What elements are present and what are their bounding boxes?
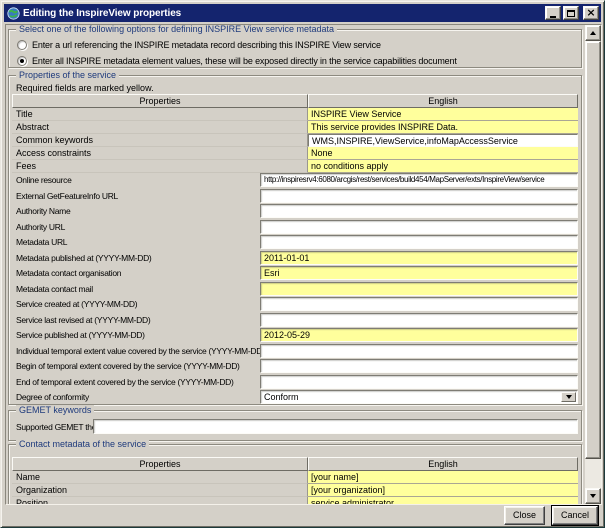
table-row-name: Name[your name] — [12, 471, 578, 484]
radio-option-metadata-values[interactable]: Enter all INSPIRE metadata element value… — [17, 55, 457, 67]
external-getfeatureinfo-url-input[interactable] — [260, 189, 578, 203]
form-row-metadata-url: Metadata URL — [9, 235, 581, 250]
form-label: Individual temporal extent value covered… — [16, 346, 265, 356]
form-row-authority-url: Authority URL — [9, 220, 581, 235]
form-label: Service last revised at (YYYY-MM-DD) — [16, 315, 150, 325]
scroll-down-arrow-icon — [590, 494, 596, 498]
close-window-button[interactable]: × — [583, 6, 599, 20]
begin-of-temporal-extent-covered-by-the-service-yyyy-mm-dd-input[interactable] — [260, 359, 578, 373]
service-last-revised-at-yyyy-mm-dd-input[interactable] — [260, 313, 578, 327]
form-row-metadata-contact-organisation: Metadata contact organisation Esri — [9, 266, 581, 281]
scroll-up-button[interactable] — [585, 25, 601, 41]
form-row-metadata-published-at-yyyy-mm-dd: Metadata published at (YYYY-MM-DD) 2011-0… — [9, 251, 581, 266]
online-resource-input[interactable]: http://inspiresrv4:6080/arcgis/rest/serv… — [260, 173, 578, 187]
authority-name-input[interactable] — [260, 204, 578, 218]
table-row-organization: Organization[your organization] — [12, 484, 578, 497]
form-row-end-of-temporal-extent-covered-by-the-service-yyyy-mm-dd: End of temporal extent covered by the se… — [9, 375, 581, 390]
gemet-themes-input[interactable] — [93, 419, 578, 434]
organization-field[interactable]: [your organization] — [308, 484, 578, 497]
form-label: Authority URL — [16, 222, 65, 232]
metadata-contact-organisation-input[interactable]: Esri — [260, 266, 578, 280]
dialog-content: Select one of the following options for … — [6, 25, 585, 504]
form-row-authority-name: Authority Name — [9, 204, 581, 219]
position-field[interactable]: service administrator — [308, 497, 578, 504]
metadata-published-at-yyyy-mm-dd-input[interactable]: 2011-01-01 — [260, 251, 578, 265]
column-header-english: English — [308, 457, 578, 471]
contact-table-header: Properties English — [12, 457, 578, 471]
name-field[interactable]: [your name] — [308, 471, 578, 484]
form-row-external-getfeatureinfo-url: External GetFeatureInfo URL — [9, 189, 581, 204]
end-of-temporal-extent-covered-by-the-service-yyyy-mm-dd-input[interactable] — [260, 375, 578, 389]
form-label: Authority Name — [16, 206, 70, 216]
form-row-service-published-at-yyyy-mm-dd: Service published at (YYYY-MM-DD) 2012-05… — [9, 328, 581, 343]
scroll-viewport: Select one of the following options for … — [5, 24, 602, 505]
globe-icon — [7, 7, 20, 20]
property-label: Position — [12, 497, 308, 504]
close-button[interactable]: Close — [504, 506, 545, 525]
scroll-down-button[interactable] — [585, 488, 601, 504]
form-row-online-resource: Online resource http://inspiresrv4:6080/a… — [9, 173, 581, 188]
minimize-button[interactable] — [545, 6, 561, 20]
property-label: Name — [12, 471, 308, 484]
radio-option-metadata-url[interactable]: Enter a url referencing the INSPIRE meta… — [17, 39, 381, 51]
form-label: Metadata published at (YYYY-MM-DD) — [16, 253, 151, 263]
form-label: Metadata contact mail — [16, 284, 93, 294]
form-label: Metadata contact organisation — [16, 268, 121, 278]
minimize-icon — [550, 16, 556, 18]
cancel-button[interactable]: Cancel — [552, 506, 598, 525]
contact-metadata-group: Contact metadata of the service Properti… — [8, 444, 582, 504]
group-title: Select one of the following options for … — [16, 25, 337, 35]
form-row-service-last-revised-at-yyyy-mm-dd: Service last revised at (YYYY-MM-DD) — [9, 313, 581, 328]
scrollbar-thumb[interactable] — [585, 41, 601, 459]
form-row-degree-of-conformity: Degree of conformity Conform — [9, 390, 581, 405]
service-created-at-yyyy-mm-dd-input[interactable] — [260, 297, 578, 311]
window-title: Editing the InspireView properties — [23, 8, 545, 19]
metadata-contact-mail-input[interactable] — [260, 282, 578, 296]
degree-of-conformity-select[interactable]: Conform — [260, 390, 578, 404]
gemet-keywords-group: GEMET keywords Supported GEMET themes — [8, 410, 582, 441]
maximize-button[interactable] — [563, 6, 579, 20]
form-label: Begin of temporal extent covered by the … — [16, 361, 240, 371]
individual-temporal-extent-value-covered-by-the-service-yyyy-mm-dd-input[interactable] — [260, 344, 578, 358]
close-icon: × — [586, 8, 595, 18]
maximize-icon — [567, 10, 575, 17]
vertical-scrollbar[interactable] — [585, 25, 601, 504]
form-label: Metadata URL — [16, 237, 67, 247]
metadata-url-input[interactable] — [260, 235, 578, 249]
service-properties-group: Properties of the service Required field… — [8, 75, 582, 405]
contact-grid: Name[your name]Organization[your organiz… — [12, 471, 578, 504]
radio-label: Enter a url referencing the INSPIRE meta… — [32, 40, 381, 50]
column-header-properties: Properties — [12, 457, 308, 471]
title-bar[interactable]: Editing the InspireView properties × — [4, 4, 601, 22]
form-label: External GetFeatureInfo URL — [16, 191, 118, 201]
form-label: Degree of conformity — [16, 392, 89, 402]
group-title: GEMET keywords — [16, 405, 94, 416]
metadata-options-group: Select one of the following options for … — [8, 29, 582, 68]
radio-button-icon[interactable] — [17, 40, 27, 50]
form-label: Service published at (YYYY-MM-DD) — [16, 330, 145, 340]
form-label: End of temporal extent covered by the se… — [16, 377, 234, 387]
properties-form: Online resource http://inspiresrv4:6080/a… — [9, 76, 581, 404]
radio-label: Enter all INSPIRE metadata element value… — [32, 56, 457, 66]
service-published-at-yyyy-mm-dd-input[interactable]: 2012-05-29 — [260, 328, 578, 342]
property-label: Organization — [12, 484, 308, 497]
form-label: Online resource — [16, 175, 72, 185]
radio-button-icon[interactable] — [17, 56, 27, 66]
group-title: Contact metadata of the service — [16, 439, 149, 450]
chevron-down-icon — [566, 395, 572, 399]
form-row-metadata-contact-mail: Metadata contact mail — [9, 282, 581, 297]
scroll-up-arrow-icon — [590, 31, 596, 35]
table-row-position: Positionservice administrator — [12, 497, 578, 504]
form-row-service-created-at-yyyy-mm-dd: Service created at (YYYY-MM-DD) — [9, 297, 581, 312]
form-row-begin-of-temporal-extent-covered-by-the-service-yyyy-mm-dd: Begin of temporal extent covered by the … — [9, 359, 581, 374]
form-label: Service created at (YYYY-MM-DD) — [16, 299, 137, 309]
dialog-editing-inspireview-properties: Editing the InspireView properties × Sel… — [0, 0, 605, 528]
authority-url-input[interactable] — [260, 220, 578, 234]
dropdown-arrow-button[interactable] — [561, 392, 576, 402]
form-row-individual-temporal-extent-value-covered-by-the-service-yyyy-mm-dd: Individual temporal extent value covered… — [9, 344, 581, 359]
